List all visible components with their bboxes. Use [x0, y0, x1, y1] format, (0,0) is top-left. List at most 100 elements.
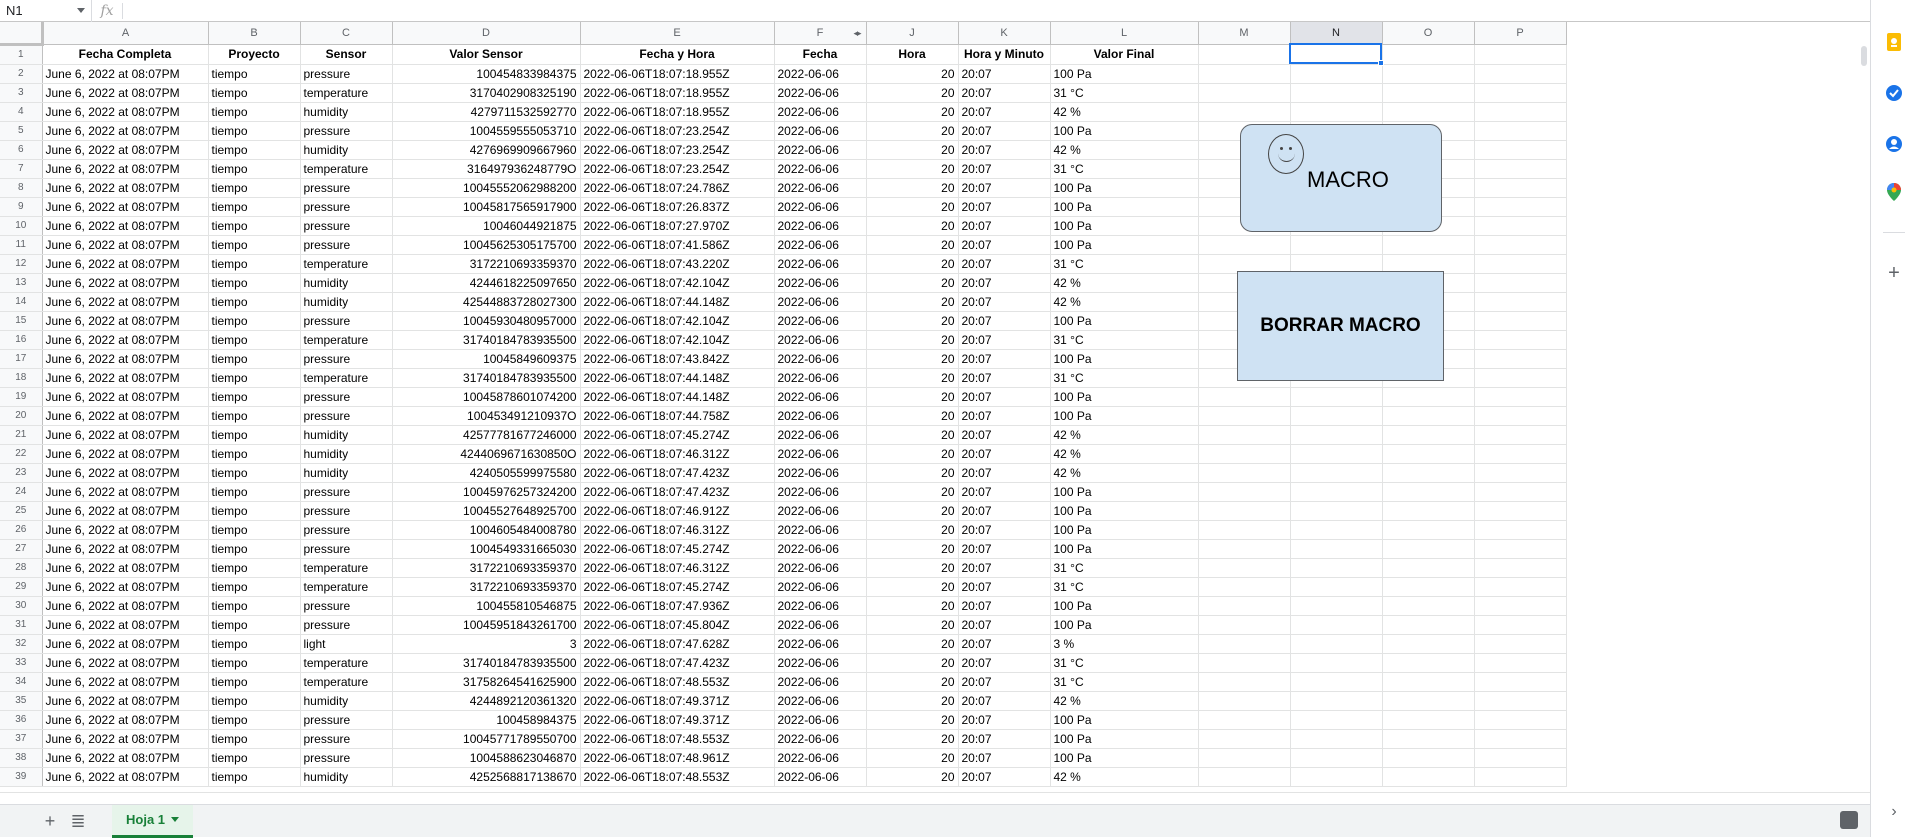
cell[interactable]: 31 °C [1050, 83, 1199, 103]
cell[interactable]: 31 °C [1050, 159, 1199, 179]
cell[interactable] [1198, 729, 1291, 749]
cell[interactable]: tiempo [208, 140, 301, 160]
cell[interactable]: 100455810546875 [392, 596, 581, 616]
cell[interactable]: 10045527648925700 [392, 501, 581, 521]
keep-icon[interactable] [1884, 32, 1904, 52]
cell[interactable]: pressure [300, 235, 393, 255]
cell[interactable]: 2022-06-06 [774, 520, 867, 540]
cell[interactable]: 42 % [1050, 292, 1199, 312]
cell[interactable]: 20:07 [958, 292, 1051, 312]
cell[interactable]: tiempo [208, 425, 301, 445]
cell[interactable] [1474, 501, 1567, 521]
column-title-cell[interactable]: Fecha Completa [42, 44, 209, 65]
cell[interactable]: 4244618225097650 [392, 273, 581, 293]
cell[interactable]: 20:07 [958, 729, 1051, 749]
cell[interactable]: 10045951843261700 [392, 615, 581, 635]
cell[interactable] [1290, 691, 1383, 711]
cell[interactable]: tiempo [208, 748, 301, 768]
maps-icon[interactable] [1884, 182, 1904, 202]
cell[interactable]: 2022-06-06T18:07:43.842Z [580, 349, 775, 369]
row-header[interactable]: 32 [0, 634, 43, 654]
cell[interactable]: 20 [866, 748, 959, 768]
cell[interactable]: 42 % [1050, 767, 1199, 787]
cell[interactable]: 4244069671630850O [392, 444, 581, 464]
cell[interactable]: June 6, 2022 at 08:07PM [42, 634, 209, 654]
cell[interactable]: tiempo [208, 653, 301, 673]
cell[interactable] [1290, 387, 1383, 407]
cell[interactable]: June 6, 2022 at 08:07PM [42, 311, 209, 331]
cell[interactable] [1198, 710, 1291, 730]
cell[interactable] [1474, 691, 1567, 711]
row-header[interactable]: 39 [0, 767, 43, 787]
cell[interactable] [1198, 596, 1291, 616]
cell[interactable]: 31740184783935500 [392, 653, 581, 673]
add-sheet-icon[interactable]: + [36, 807, 64, 835]
cell[interactable]: 20 [866, 330, 959, 350]
cell[interactable]: 100 Pa [1050, 520, 1199, 540]
cell[interactable] [1198, 653, 1291, 673]
column-title-cell[interactable]: Fecha y Hora [580, 44, 775, 65]
row-header[interactable]: 5 [0, 121, 43, 141]
cell[interactable] [1198, 767, 1291, 787]
cell[interactable] [1198, 748, 1291, 768]
cell[interactable] [1474, 235, 1567, 255]
cell[interactable]: 2022-06-06 [774, 292, 867, 312]
column-title-cell[interactable]: Sensor [300, 44, 393, 65]
cell[interactable]: pressure [300, 197, 393, 217]
cell[interactable]: 20:07 [958, 558, 1051, 578]
cell[interactable]: June 6, 2022 at 08:07PM [42, 577, 209, 597]
cell[interactable] [1382, 596, 1475, 616]
cell[interactable]: tiempo [208, 387, 301, 407]
cell[interactable]: temperature [300, 254, 393, 274]
cell[interactable] [1198, 444, 1291, 464]
cell[interactable]: 20:07 [958, 216, 1051, 236]
cell[interactable]: June 6, 2022 at 08:07PM [42, 748, 209, 768]
cell[interactable]: 10045878601074200 [392, 387, 581, 407]
cell[interactable]: 2022-06-06T18:07:49.371Z [580, 710, 775, 730]
cell[interactable]: 20 [866, 691, 959, 711]
cell[interactable] [1198, 672, 1291, 692]
cell[interactable] [1382, 387, 1475, 407]
row-header[interactable]: 10 [0, 216, 43, 236]
cell[interactable]: 20 [866, 634, 959, 654]
cell[interactable]: 20 [866, 273, 959, 293]
row-header[interactable]: 7 [0, 159, 43, 179]
cell[interactable] [1290, 83, 1383, 103]
cell[interactable]: 4244892120361320 [392, 691, 581, 711]
cell[interactable]: 20 [866, 235, 959, 255]
cell[interactable]: 2022-06-06T18:07:42.104Z [580, 330, 775, 350]
row-header[interactable]: 3 [0, 83, 43, 103]
cell[interactable]: 3 [392, 634, 581, 654]
cell[interactable]: 100 Pa [1050, 64, 1199, 84]
cell[interactable]: 1004549331665030 [392, 539, 581, 559]
cell[interactable]: 42544883728027300 [392, 292, 581, 312]
cell[interactable]: pressure [300, 501, 393, 521]
row-header[interactable]: 33 [0, 653, 43, 673]
cell[interactable]: tiempo [208, 349, 301, 369]
cell[interactable]: humidity [300, 463, 393, 483]
cell[interactable]: 2022-06-06 [774, 83, 867, 103]
cell[interactable]: 2022-06-06T18:07:45.274Z [580, 539, 775, 559]
row-header[interactable]: 20 [0, 406, 43, 426]
cell[interactable] [1198, 387, 1291, 407]
cell[interactable]: tiempo [208, 311, 301, 331]
cell[interactable]: 100 Pa [1050, 349, 1199, 369]
cell[interactable] [1290, 615, 1383, 635]
cell[interactable]: temperature [300, 558, 393, 578]
column-header-m[interactable]: M [1198, 22, 1291, 45]
cell[interactable] [1290, 501, 1383, 521]
cell[interactable] [1290, 539, 1383, 559]
cell[interactable]: 2022-06-06 [774, 311, 867, 331]
cell[interactable] [1474, 444, 1567, 464]
cell[interactable]: pressure [300, 748, 393, 768]
borrar-macro-button[interactable]: BORRAR MACRO [1237, 271, 1444, 381]
row-header[interactable]: 6 [0, 140, 43, 160]
cell[interactable]: pressure [300, 729, 393, 749]
cell[interactable]: pressure [300, 216, 393, 236]
cell[interactable]: 2022-06-06T18:07:23.254Z [580, 121, 775, 141]
all-sheets-icon[interactable]: ≣ [64, 807, 92, 835]
cell[interactable]: 2022-06-06T18:07:46.312Z [580, 444, 775, 464]
cell[interactable] [1198, 539, 1291, 559]
cell[interactable] [1382, 235, 1475, 255]
row-header[interactable]: 4 [0, 102, 43, 122]
